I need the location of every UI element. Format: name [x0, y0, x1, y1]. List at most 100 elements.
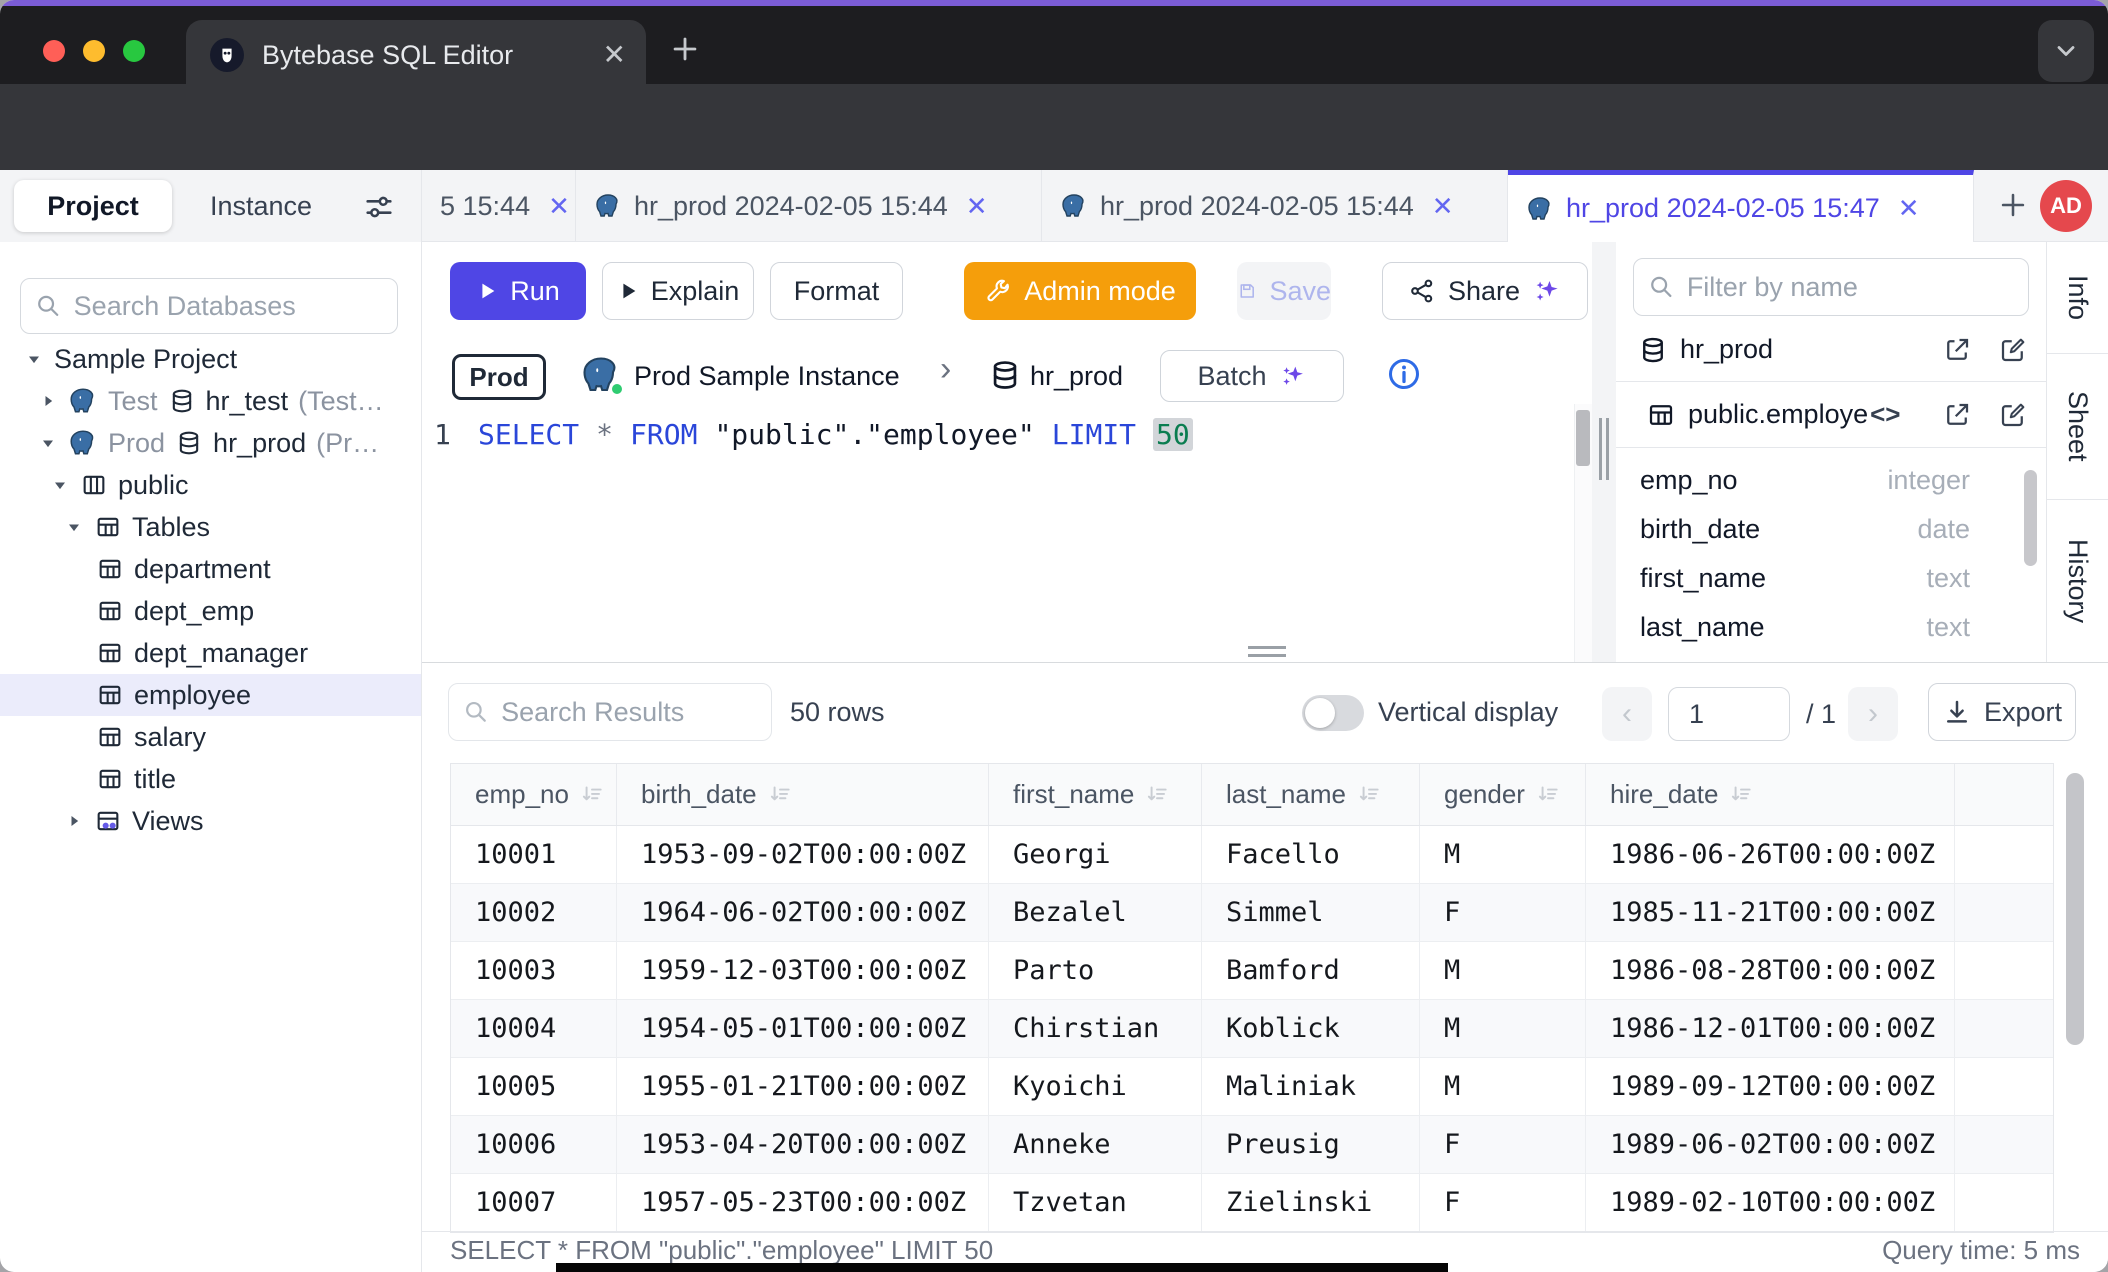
results-search-field[interactable]	[501, 697, 757, 728]
panel-divider	[1592, 242, 1616, 662]
row-count: 50 rows	[790, 683, 885, 741]
edit-icon[interactable]	[1998, 335, 2028, 365]
database-icon	[175, 429, 203, 457]
info-icon[interactable]	[1386, 356, 1422, 392]
sheet-tab-3[interactable]: hr_prod 2024-02-05 15:44✕	[1042, 170, 1508, 242]
share-button[interactable]: Share	[1382, 262, 1588, 320]
vertical-display-toggle[interactable]	[1302, 695, 1364, 731]
play-icon	[617, 280, 639, 302]
export-button[interactable]: Export	[1928, 683, 2076, 741]
tree-item-table-salary[interactable]: salary	[0, 716, 421, 758]
prev-page-button[interactable]: ‹	[1602, 687, 1652, 741]
table-row[interactable]: 100071957-05-23T00:00:00ZTzvetanZielinsk…	[451, 1174, 2053, 1232]
column-row[interactable]: birth_date date	[1616, 505, 2012, 554]
tab-instance[interactable]: Instance	[186, 180, 336, 232]
database-search-field[interactable]	[74, 291, 383, 322]
traffic-minimize-button[interactable]	[83, 40, 105, 62]
table-row[interactable]: 100011953-09-02T00:00:00ZGeorgiFacelloM1…	[451, 826, 2053, 884]
admin-mode-button[interactable]: Admin mode	[964, 262, 1196, 320]
browser-tab[interactable]: Bytebase SQL Editor ✕	[186, 20, 646, 90]
tree-item-test-db[interactable]: Test hr_test (Test…	[0, 380, 421, 422]
column-header[interactable]: emp_no	[451, 764, 617, 825]
column-header[interactable]: first_name	[989, 764, 1202, 825]
breadcrumb-separator: ›	[940, 350, 951, 389]
tree-item-table-title[interactable]: title	[0, 758, 421, 800]
table-row[interactable]: 100061953-04-20T00:00:00ZAnnekePreusigF1…	[451, 1116, 2053, 1174]
close-icon[interactable]: ✕	[1432, 191, 1454, 222]
column-header[interactable]: last_name	[1202, 764, 1420, 825]
tree-item-schema-public[interactable]: public	[0, 464, 421, 506]
browser-window: Bytebase SQL Editor ✕ localhost:8080/sql…	[0, 0, 2108, 1272]
batch-mode-button[interactable]: Batch	[1160, 350, 1344, 402]
rail-tab-info[interactable]: Info	[2047, 242, 2108, 354]
results-scrollbar-thumb[interactable]	[2066, 773, 2084, 1045]
table-row[interactable]: 100051955-01-21T00:00:00ZKyoichiMaliniak…	[451, 1058, 2053, 1116]
table-row[interactable]: 100041954-05-01T00:00:00ZChirstianKoblic…	[451, 1000, 2053, 1058]
traffic-zoom-button[interactable]	[123, 40, 145, 62]
sheet-tab-1[interactable]: 5 15:44✕	[422, 170, 576, 242]
filter-sliders-icon[interactable]	[362, 190, 396, 224]
column-row[interactable]: first_name text	[1616, 554, 2012, 603]
sheet-tab-2[interactable]: hr_prod 2024-02-05 15:44✕	[576, 170, 1042, 242]
close-icon[interactable]: ✕	[966, 191, 988, 222]
tree-item-prod-db[interactable]: Prod hr_prod (Pr…	[0, 422, 421, 464]
editor-scrollbar-thumb[interactable]	[1576, 410, 1590, 466]
page-number-input[interactable]	[1668, 687, 1790, 741]
schema-filter-field[interactable]	[1687, 272, 2014, 303]
table-row[interactable]: 100021964-06-02T00:00:00ZBezalelSimmelF1…	[451, 884, 2053, 942]
sheet-tab-4-active[interactable]: hr_prod 2024-02-05 15:47✕	[1508, 170, 1974, 242]
tree-item-table-department[interactable]: department	[0, 548, 421, 590]
sort-icon	[1144, 782, 1170, 808]
tree-item-table-employee[interactable]: employee	[0, 674, 421, 716]
code-icon[interactable]: <>	[1870, 399, 1900, 430]
schema-database-row[interactable]: hr_prod	[1616, 318, 2046, 382]
tree-item-table-dept-emp[interactable]: dept_emp	[0, 590, 421, 632]
column-row[interactable]: emp_no integer	[1616, 456, 2012, 505]
column-row[interactable]: last_name text	[1616, 603, 2012, 652]
side-rail: Info Sheet History	[2046, 242, 2108, 662]
tab-close-icon[interactable]: ✕	[603, 41, 626, 69]
new-tab-icon[interactable]	[668, 32, 702, 66]
new-sheet-icon[interactable]	[1996, 188, 2030, 222]
tree-item-sample-project[interactable]: Sample Project	[0, 338, 421, 380]
results-search-input[interactable]	[448, 683, 772, 741]
schema-table-row[interactable]: public.employe <>	[1616, 382, 2046, 448]
columns-scrollbar-thumb[interactable]	[2024, 470, 2037, 566]
column-header[interactable]: birth_date	[617, 764, 989, 825]
toggle-knob	[1305, 698, 1335, 728]
wrench-icon	[984, 277, 1012, 305]
results-resize-handle[interactable]	[1248, 646, 1286, 662]
close-icon[interactable]: ✕	[1898, 193, 1920, 224]
rail-tab-sheet[interactable]: Sheet	[2047, 354, 2108, 500]
run-button[interactable]: Run	[450, 262, 586, 320]
rail-tab-history[interactable]: History	[2047, 500, 2108, 662]
edit-icon[interactable]	[1998, 400, 2028, 430]
environment-chip[interactable]: Prod	[452, 354, 546, 400]
sort-icon	[1728, 782, 1754, 808]
table-row[interactable]: 100031959-12-03T00:00:00ZPartoBamfordM19…	[451, 942, 2053, 1000]
next-page-button[interactable]: ›	[1848, 687, 1898, 741]
close-icon[interactable]: ✕	[548, 191, 570, 222]
tab-project[interactable]: Project	[14, 180, 172, 232]
share-icon	[1408, 277, 1436, 305]
external-link-icon[interactable]	[1942, 335, 1972, 365]
traffic-close-button[interactable]	[43, 40, 65, 62]
schema-filter-input[interactable]	[1633, 258, 2029, 316]
column-header[interactable]: gender	[1420, 764, 1586, 825]
chevron-down-icon	[50, 475, 70, 495]
tree-group-views[interactable]: Views	[0, 800, 421, 842]
tab-search-button[interactable]	[2038, 20, 2094, 82]
explain-button[interactable]: Explain	[602, 262, 754, 320]
user-avatar[interactable]: AD	[2040, 180, 2092, 232]
tree-group-tables[interactable]: Tables	[0, 506, 421, 548]
column-header[interactable]: hire_date	[1586, 764, 1955, 825]
database-search-input[interactable]	[20, 278, 398, 334]
sql-editor[interactable]: 1 SELECT * FROM "public"."employee" LIMI…	[422, 404, 1574, 662]
breadcrumb-instance[interactable]: Prod Sample Instance	[634, 352, 900, 400]
external-link-icon[interactable]	[1942, 400, 1972, 430]
panel-resize-handle[interactable]	[1599, 418, 1613, 485]
breadcrumb-database[interactable]: hr_prod	[1030, 352, 1123, 400]
save-button[interactable]: Save	[1237, 262, 1331, 320]
tree-item-table-dept-manager[interactable]: dept_manager	[0, 632, 421, 674]
format-button[interactable]: Format	[770, 262, 903, 320]
